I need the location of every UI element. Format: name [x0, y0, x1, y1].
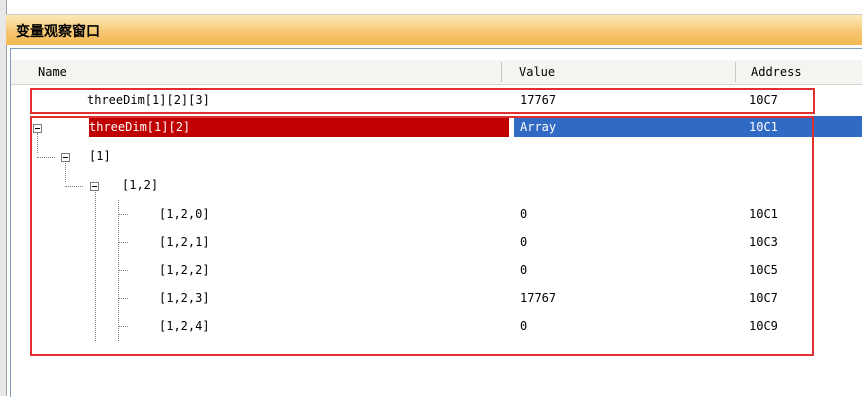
column-divider[interactable]: [735, 62, 736, 82]
window-title: 变量观察窗口: [16, 24, 100, 40]
title-bar: 变量观察窗口: [6, 14, 862, 45]
column-value-header[interactable]: Value: [519, 60, 555, 84]
highlight-box-tree: [30, 116, 814, 356]
column-name-header[interactable]: Name: [38, 60, 67, 84]
column-divider[interactable]: [501, 62, 502, 82]
column-header: Name Value Address: [11, 60, 862, 85]
column-address-header[interactable]: Address: [751, 60, 802, 84]
watch-window: 变量观察窗口 Name Value Address threeDim[1][2]…: [0, 0, 862, 397]
highlight-box-top: [30, 88, 815, 114]
window-left-edge: [0, 0, 7, 396]
